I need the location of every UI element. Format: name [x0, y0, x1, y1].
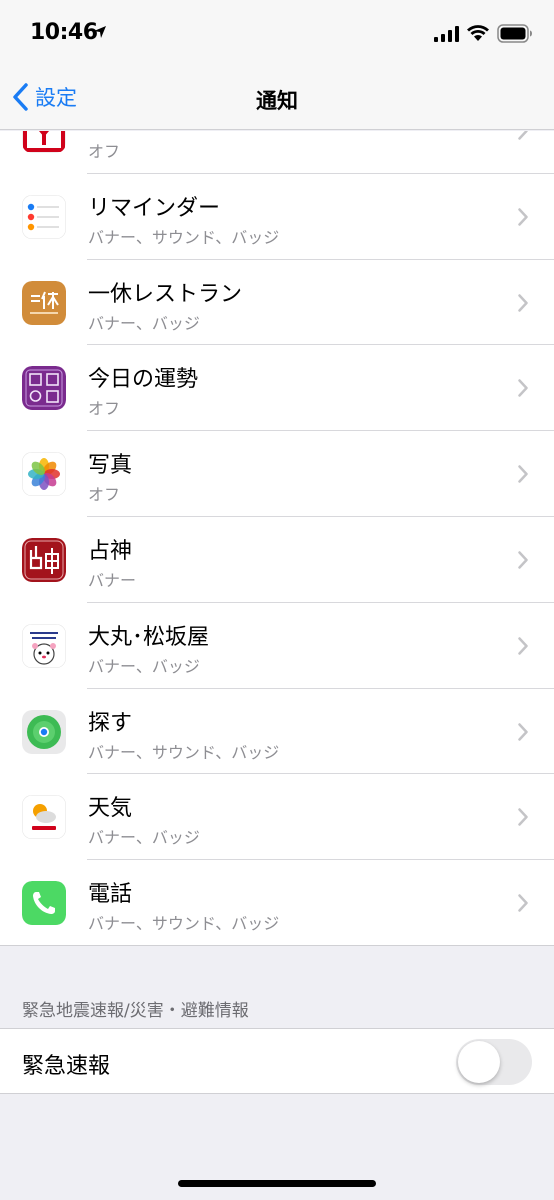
app-notification-list: オフ リマインダー バナー、サウンド、バッジ 一休レストラン バナー、バッジ 今…	[0, 131, 554, 946]
chevron-right-icon	[518, 293, 528, 312]
row-subtitle: バナー、サウンド、バッジ	[88, 742, 280, 762]
section-header-emergency: 緊急地震速報/災害・避難情報	[22, 1001, 249, 1021]
row-subtitle: バナー	[88, 570, 137, 590]
uranai-icon	[22, 537, 66, 582]
row-title: 探す	[88, 710, 133, 736]
app-row-find-my[interactable]: 探す バナー、サウンド、バッジ	[0, 688, 554, 775]
reminders-icon	[22, 194, 66, 239]
phone-icon	[22, 881, 66, 926]
row-title: 電話	[88, 882, 133, 908]
row-title: 写真	[88, 453, 133, 479]
app-row-ikyu-restaurant[interactable]: 一休レストラン バナー、バッジ	[0, 259, 554, 346]
battery-icon	[497, 24, 532, 43]
app-row-weather[interactable]: 天気 バナー、バッジ	[0, 774, 554, 861]
home-indicator[interactable]	[178, 1180, 376, 1187]
chevron-right-icon	[518, 551, 528, 569]
app-row-reminders[interactable]: リマインダー バナー、サウンド、バッジ	[0, 173, 554, 260]
app-row-uranai[interactable]: 占神 バナー	[0, 516, 554, 603]
app-row-partial[interactable]: オフ	[0, 131, 554, 174]
row-subtitle: オフ	[88, 485, 121, 505]
chevron-right-icon	[518, 379, 528, 398]
row-subtitle: オフ	[88, 399, 121, 419]
app-row-phone[interactable]: 電話 バナー、サウンド、バッジ	[0, 860, 554, 945]
cellular-signal-icon	[434, 26, 459, 42]
toggle-knob	[458, 1041, 500, 1083]
fortune-app-icon	[22, 366, 66, 411]
chevron-right-icon	[518, 722, 528, 741]
row-subtitle: バナー、バッジ	[88, 313, 200, 333]
row-subtitle: バナー、バッジ	[88, 656, 200, 676]
location-arrow-icon	[94, 26, 106, 38]
app-row-photos[interactable]: 写真 オフ	[0, 431, 554, 517]
emergency-alerts-row: 緊急速報	[0, 1028, 554, 1094]
row-title: 天気	[88, 796, 133, 822]
row-subtitle: バナー、サウンド、バッジ	[88, 914, 280, 934]
yahoo-weather-icon	[22, 795, 66, 840]
yamada-denki-icon	[22, 131, 66, 153]
emergency-alerts-label: 緊急速報	[22, 1054, 111, 1079]
row-title: 大丸･松坂屋	[88, 624, 210, 650]
chevron-right-icon	[518, 894, 528, 912]
status-bar: 10:46	[0, 0, 554, 66]
find-my-icon	[22, 709, 66, 754]
row-subtitle: バナー、バッジ	[88, 828, 200, 848]
wifi-icon	[467, 25, 489, 41]
chevron-right-icon	[518, 465, 528, 483]
chevron-right-icon	[518, 208, 528, 226]
row-subtitle: バナー、サウンド、バッジ	[88, 227, 280, 247]
chevron-right-icon	[518, 808, 528, 827]
status-time: 10:46	[30, 20, 98, 45]
app-row-daimaru-matsuzakaya[interactable]: 大丸･松坂屋 バナー、バッジ	[0, 602, 554, 689]
daimaru-matsuzakaya-icon	[22, 623, 66, 668]
navigation-bar: 設定 通知	[0, 66, 554, 130]
chevron-right-icon	[518, 131, 528, 140]
row-title: 一休レストラン	[88, 281, 243, 307]
row-title: リマインダー	[88, 195, 221, 221]
page-title: 通知	[256, 89, 298, 113]
row-title: 占神	[88, 538, 133, 564]
emergency-alerts-toggle[interactable]	[456, 1039, 532, 1085]
chevron-right-icon	[518, 637, 528, 655]
row-subtitle: オフ	[88, 142, 121, 161]
row-title: 今日の運勢	[88, 367, 199, 393]
ikyu-restaurant-icon	[22, 280, 66, 325]
app-row-fortune[interactable]: 今日の運勢 オフ	[0, 345, 554, 432]
photos-icon	[22, 452, 66, 497]
